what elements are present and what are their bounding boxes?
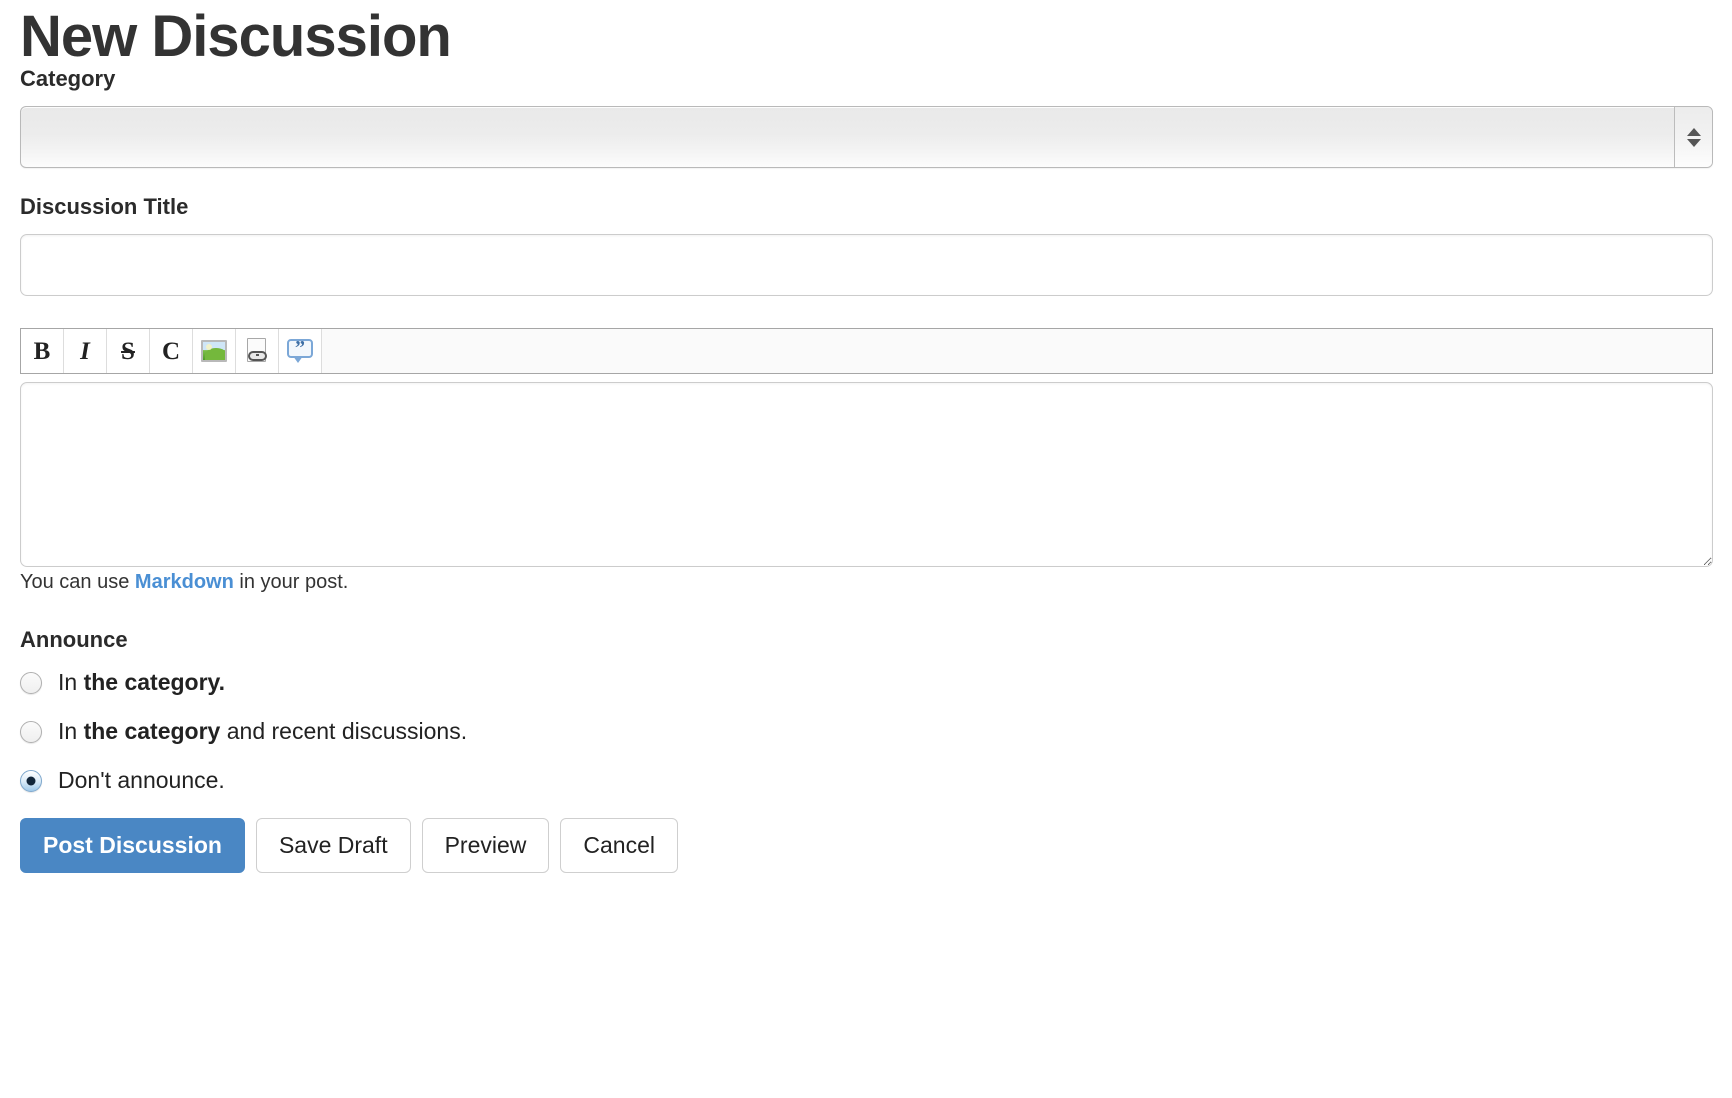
italic-icon: I [80, 337, 90, 365]
radio-selected-icon[interactable] [20, 769, 42, 792]
strikethrough-button[interactable]: S [107, 329, 150, 373]
cancel-button[interactable]: Cancel [560, 818, 679, 873]
markdown-link[interactable]: Markdown [135, 571, 234, 593]
italic-button[interactable]: I [64, 329, 107, 373]
insert-image-button[interactable] [193, 329, 236, 373]
announce-none-option[interactable]: Don't announce. [20, 769, 1712, 792]
discussion-title-field-group: Discussion Title [20, 194, 1713, 296]
markdown-help-prefix: You can use [20, 571, 135, 593]
chevron-down-icon [1686, 138, 1701, 147]
category-select[interactable] [20, 106, 1713, 168]
save-draft-button[interactable]: Save Draft [255, 818, 411, 873]
image-icon [201, 340, 227, 362]
discussion-body-textarea[interactable] [20, 382, 1713, 567]
blockquote-button[interactable]: ” [279, 329, 322, 373]
markdown-help-text: You can use Markdown in your post. [20, 569, 1712, 595]
strikethrough-icon: S [121, 337, 135, 365]
radio-icon[interactable] [20, 720, 42, 743]
insert-link-button[interactable] [236, 329, 279, 373]
announce-radio-group: In the category. In the category and rec… [20, 671, 1712, 792]
editor-toolbar: B I S C ” [20, 328, 1713, 374]
quote-icon: ” [287, 338, 313, 363]
code-icon: C [161, 337, 181, 365]
category-stepper-arrows-icon[interactable] [1674, 107, 1712, 167]
announce-in-category-and-recent-label: In the category and recent discussions. [58, 718, 468, 744]
announce-in-category-and-recent-option[interactable]: In the category and recent discussions. [20, 720, 1712, 743]
page-title: New Discussion [20, 4, 452, 69]
preview-button[interactable]: Preview [421, 818, 550, 873]
category-label: Category [20, 66, 116, 91]
bold-icon: B [33, 337, 51, 365]
chevron-up-icon [1686, 127, 1701, 136]
markdown-help-suffix: in your post. [233, 571, 349, 593]
radio-icon[interactable] [20, 671, 42, 694]
new-discussion-form: New Discussion Category Discussion Title… [0, 0, 1732, 873]
link-icon [245, 338, 269, 364]
announce-in-category-label: In the category. [58, 669, 226, 695]
discussion-title-label: Discussion Title [20, 194, 189, 219]
form-actions: Post Discussion Save Draft Preview Cance… [20, 818, 1712, 873]
code-button[interactable]: C [150, 329, 193, 373]
post-discussion-button[interactable]: Post Discussion [20, 818, 245, 873]
announce-heading: Announce [20, 627, 128, 652]
announce-in-category-option[interactable]: In the category. [20, 671, 1712, 694]
announce-none-label: Don't announce. [58, 767, 225, 793]
category-field-group: Category [20, 66, 1713, 168]
discussion-title-input[interactable] [20, 234, 1713, 296]
bold-button[interactable]: B [21, 329, 64, 373]
